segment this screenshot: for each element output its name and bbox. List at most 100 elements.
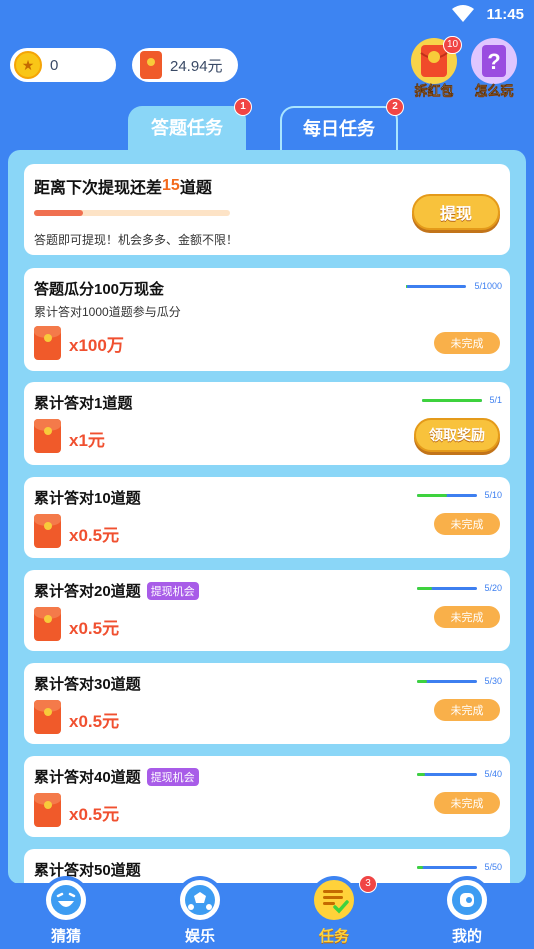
bottom-nav: 猜猜 娱乐 任务 3 我的 <box>0 875 534 949</box>
task-progress-bar <box>417 680 477 683</box>
red-packet-icon <box>34 700 61 734</box>
red-packet-icon <box>140 51 162 79</box>
tab-badge: 2 <box>386 98 404 116</box>
task-progress-text: 5/10 <box>484 490 502 500</box>
tab-daily-tasks[interactable]: 每日任务 2 <box>280 98 404 152</box>
task-progress-text: 5/1 <box>489 395 502 405</box>
task-reward: x0.5元 <box>69 712 120 731</box>
task-progress-fill <box>422 399 482 402</box>
withdraw-card: 距离下次提现还差 15 道题 答题即可提现！机会多多、金额不限！ 提现 <box>24 164 510 255</box>
task-title: 累计答对10道题 <box>34 490 141 507</box>
task-status-button[interactable]: 未完成 <box>434 792 500 814</box>
coin-value: 0 <box>50 56 59 74</box>
withdraw-chance-tag: 提现机会 <box>146 767 199 786</box>
task-progress-fill <box>417 587 432 590</box>
how-to-play-label: 怎么玩 <box>474 83 514 98</box>
withdraw-title: 距离下次提现还差 15 道题 <box>34 174 212 198</box>
nav-label: 娱乐 <box>184 928 215 945</box>
laugh-face-icon <box>43 877 89 923</box>
task-status-button[interactable]: 未完成 <box>434 699 500 721</box>
remaining-count: 15 <box>162 177 180 194</box>
task-progress-text: 5/40 <box>484 769 502 779</box>
task-title-text: 累计答对40道题 <box>34 769 141 786</box>
task-card: 答题瓜分100万现金 累计答对1000道题参与瓜分 x100万 5/1000 未… <box>24 268 510 371</box>
task-reward: x0.5元 <box>69 526 120 545</box>
tab-label: 答题任务 <box>151 118 223 138</box>
task-progress-bar <box>406 285 466 288</box>
svg-text:?: ? <box>487 49 500 74</box>
task-progress-bar <box>417 866 477 869</box>
red-packet-icon <box>34 419 61 453</box>
task-progress-text: 5/30 <box>484 676 502 686</box>
open-red-packet-button[interactable]: 拆红包 10 <box>409 36 463 99</box>
task-status-button[interactable]: 未完成 <box>434 513 500 535</box>
withdraw-progress-bar <box>34 210 230 216</box>
task-reward: x0.5元 <box>69 805 120 824</box>
claim-reward-button[interactable]: 领取奖励 <box>414 418 500 452</box>
tab-quiz-tasks[interactable]: 答题任务 1 <box>128 98 252 152</box>
task-progress-fill <box>417 680 428 683</box>
task-progress-text: 5/1000 <box>474 281 502 291</box>
nav-item-tasks[interactable]: 任务 3 <box>299 875 377 946</box>
nav-item-guess[interactable]: 猜猜 <box>31 877 101 946</box>
task-title: 累计答对20道题 提现机会 <box>34 580 199 601</box>
task-progress-fill <box>417 866 423 869</box>
nav-label: 任务 <box>318 928 349 945</box>
task-progress-bar <box>422 399 482 402</box>
nav-label: 我的 <box>451 928 482 945</box>
task-title: 累计答对1道题 <box>34 395 133 412</box>
withdraw-chance-tag: 提现机会 <box>146 581 199 600</box>
red-packet-badge: 10 <box>443 36 463 54</box>
task-reward: x100万 <box>69 336 124 355</box>
cash-value: 24.94元 <box>170 57 223 75</box>
task-progress-fill <box>417 773 425 776</box>
task-subtitle: 累计答对1000道题参与瓜分 <box>34 305 181 319</box>
task-progress-bar <box>417 494 477 497</box>
nav-badge: 3 <box>359 875 377 893</box>
task-card: 累计答对20道题 提现机会 x0.5元 5/20 未完成 <box>24 570 510 651</box>
task-panel[interactable]: 距离下次提现还差 15 道题 答题即可提现！机会多多、金额不限！ 提现 答题瓜分10… <box>8 150 526 884</box>
tab-label: 每日任务 <box>303 119 375 139</box>
withdraw-title-suffix: 道题 <box>179 180 212 197</box>
question-book-icon: ? <box>471 38 517 84</box>
task-list-icon <box>311 877 357 923</box>
task-progress-bar <box>417 773 477 776</box>
nav-item-profile[interactable]: 我的 <box>432 877 502 946</box>
task-card: 累计答对30道题 x0.5元 5/30 未完成 <box>24 663 510 744</box>
red-packet-icon <box>34 514 61 548</box>
task-progress-text: 5/50 <box>484 862 502 872</box>
tab-badge: 1 <box>234 98 252 116</box>
task-card: 累计答对10道题 x0.5元 5/10 未完成 <box>24 477 510 558</box>
task-card: 累计答对1道题 x1元 5/1 领取奖励 <box>24 382 510 465</box>
nav-item-entertainment[interactable]: 娱乐 <box>165 877 235 946</box>
coin-balance[interactable]: ★ 0 <box>10 48 116 82</box>
task-title: 累计答对40道题 提现机会 <box>34 766 199 787</box>
red-packet-icon <box>34 607 61 641</box>
soccer-ball-icon <box>177 877 223 923</box>
status-bar: 11:45 <box>0 0 534 30</box>
wifi-icon <box>452 5 474 22</box>
task-card: 累计答对40道题 提现机会 x0.5元 5/40 未完成 <box>24 756 510 837</box>
task-reward: x0.5元 <box>69 619 120 638</box>
profile-icon <box>444 877 490 923</box>
task-title-text: 累计答对20道题 <box>34 583 141 600</box>
cash-balance[interactable]: 24.94元 <box>132 48 238 82</box>
open-red-packet-label: 拆红包 <box>414 83 454 98</box>
task-title: 答题瓜分100万现金 <box>34 281 165 298</box>
red-packet-icon <box>34 326 61 360</box>
withdraw-button[interactable]: 提现 <box>412 194 500 230</box>
coin-icon: ★ <box>14 51 42 79</box>
task-status-button[interactable]: 未完成 <box>434 332 500 354</box>
task-status-button[interactable]: 未完成 <box>434 606 500 628</box>
task-progress-fill <box>417 494 447 497</box>
how-to-play-button[interactable]: ? 怎么玩 <box>469 38 519 99</box>
nav-label: 猜猜 <box>50 928 81 945</box>
withdraw-progress-fill <box>34 210 83 216</box>
task-progress-bar <box>417 587 477 590</box>
task-reward: x1元 <box>69 431 105 450</box>
red-packet-icon <box>34 793 61 827</box>
task-progress-text: 5/20 <box>484 583 502 593</box>
withdraw-title-prefix: 距离下次提现还差 <box>34 180 163 197</box>
clock: 11:45 <box>486 6 524 23</box>
withdraw-note: 答题即可提现！机会多多、金额不限！ <box>34 233 239 247</box>
